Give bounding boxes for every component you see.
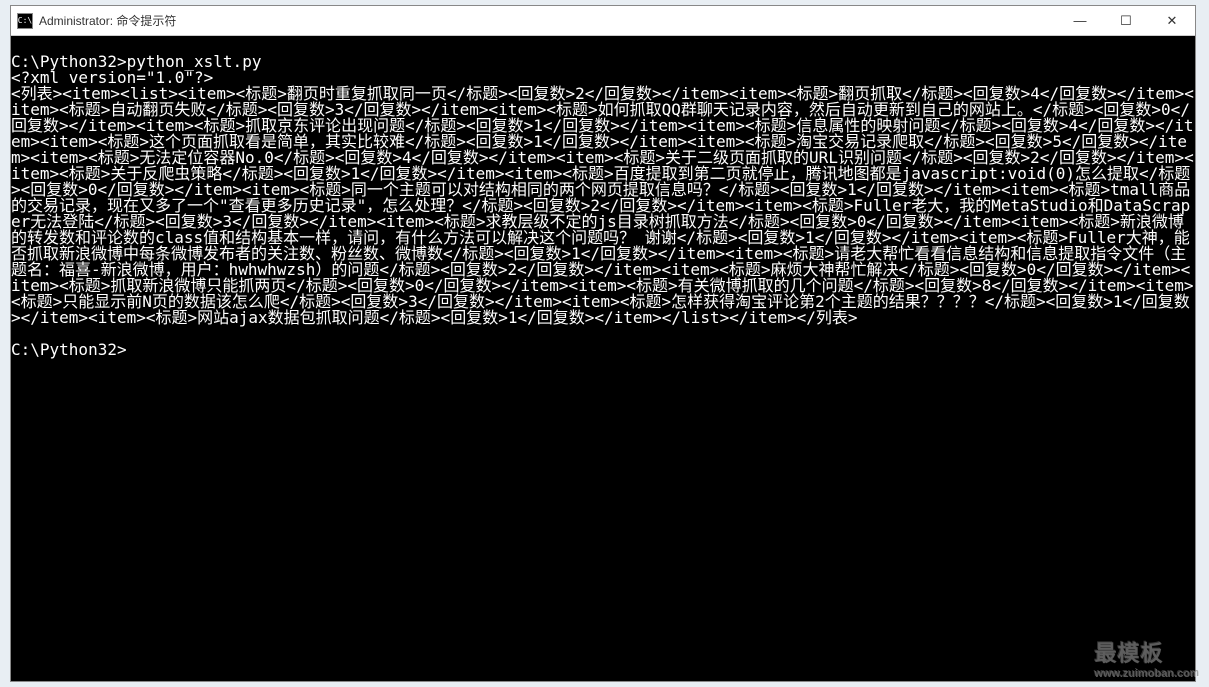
- maximize-button[interactable]: ☐: [1103, 6, 1149, 35]
- window-titlebar[interactable]: C:\ Administrator: 命令提示符 — ☐ ✕: [11, 6, 1195, 36]
- watermark-text: 最模板: [1094, 640, 1163, 665]
- window-controls: — ☐ ✕: [1057, 6, 1195, 35]
- watermark: 最模板 www.zuimoban.com: [1094, 635, 1199, 679]
- minimize-button[interactable]: —: [1057, 6, 1103, 35]
- console-output[interactable]: C:\Python32>python_xslt.py <?xml version…: [11, 36, 1195, 681]
- close-button[interactable]: ✕: [1149, 6, 1195, 35]
- command-prompt-window: C:\ Administrator: 命令提示符 — ☐ ✕ C:\Python…: [10, 5, 1196, 682]
- watermark-url: www.zuimoban.com: [1094, 667, 1199, 679]
- cmd-icon: C:\: [17, 13, 33, 29]
- window-title: Administrator: 命令提示符: [39, 12, 1057, 29]
